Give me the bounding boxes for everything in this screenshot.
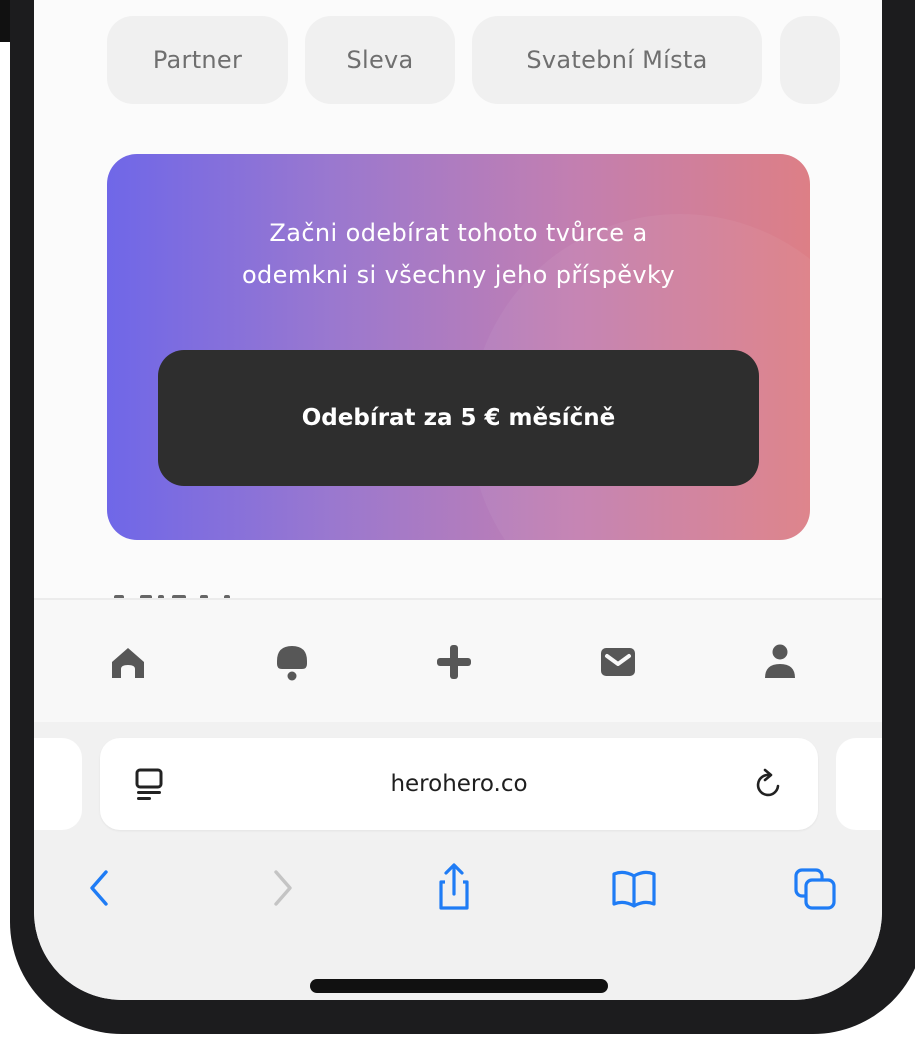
url-text[interactable]: herohero.co bbox=[100, 738, 818, 830]
reload-icon[interactable] bbox=[752, 766, 786, 802]
home-indicator[interactable] bbox=[310, 979, 608, 993]
notifications-icon[interactable] bbox=[272, 642, 312, 682]
subscribe-promo-card: Začni odebírat tohoto tvůrce a odemkni s… bbox=[107, 154, 810, 540]
partial-content-glyphs bbox=[114, 595, 230, 598]
messages-icon[interactable] bbox=[598, 642, 638, 682]
page-menu-icon[interactable] bbox=[134, 768, 166, 802]
subscribe-button-label: Odebírat za 5 € měsíčně bbox=[301, 405, 616, 431]
browser-address-area: herohero.co bbox=[34, 722, 882, 844]
back-icon[interactable] bbox=[76, 860, 124, 916]
promo-message-line-2: odemkni si všechny jeho příspěvky bbox=[241, 261, 676, 289]
previous-tab-preview[interactable] bbox=[34, 738, 82, 830]
app-bottom-nav bbox=[34, 598, 882, 724]
filter-chip-partner[interactable]: Partner bbox=[107, 16, 288, 104]
filter-chip-sleva[interactable]: Sleva bbox=[305, 16, 455, 104]
filter-chip-partial[interactable] bbox=[780, 16, 840, 104]
filter-chip-label: Sleva bbox=[346, 46, 414, 74]
browser-toolbar bbox=[34, 844, 882, 1000]
phone-screen: Partner Sleva Svatební Místa Začni odebí… bbox=[34, 0, 882, 1000]
filter-chip-svatebni-mista[interactable]: Svatební Místa bbox=[472, 16, 762, 104]
home-icon[interactable] bbox=[108, 642, 148, 682]
tabs-icon[interactable] bbox=[792, 860, 840, 916]
profile-icon[interactable] bbox=[760, 642, 800, 682]
share-icon[interactable] bbox=[430, 860, 478, 916]
subscribe-button[interactable]: Odebírat za 5 € měsíčně bbox=[158, 350, 759, 486]
promo-message-line-1: Začni odebírat tohoto tvůrce a bbox=[269, 219, 648, 247]
bookmarks-icon[interactable] bbox=[610, 860, 658, 916]
forward-icon[interactable] bbox=[258, 860, 306, 916]
address-bar[interactable]: herohero.co bbox=[100, 738, 818, 830]
add-post-icon[interactable] bbox=[434, 642, 474, 682]
filter-chip-label: Partner bbox=[152, 46, 243, 74]
filter-chip-label: Svatební Místa bbox=[526, 46, 708, 74]
scrolled-content-peek bbox=[100, 586, 860, 598]
next-tab-preview[interactable] bbox=[836, 738, 882, 830]
promo-message: Začni odebírat tohoto tvůrce a odemkni s… bbox=[107, 212, 810, 296]
